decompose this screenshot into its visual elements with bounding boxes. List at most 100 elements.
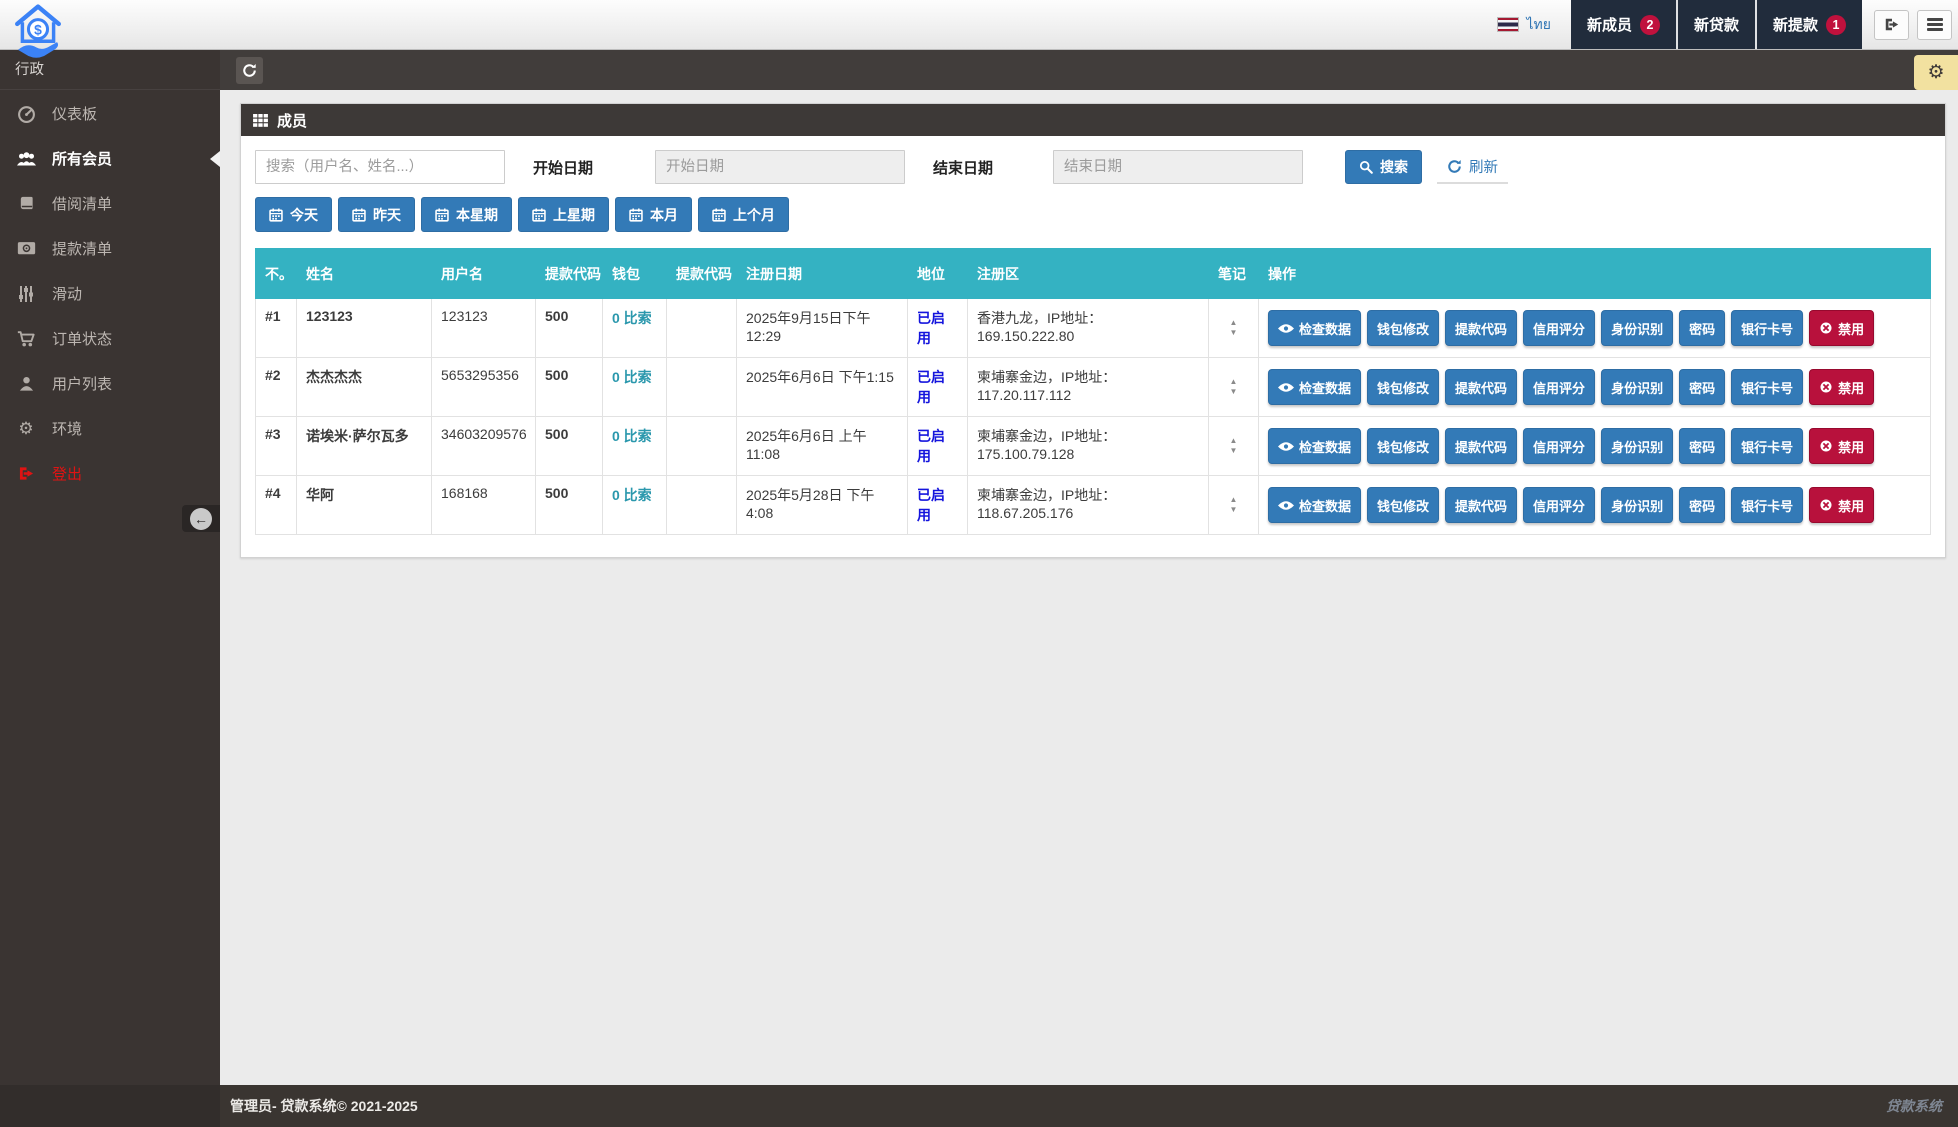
action-check-data-button[interactable]: 检查数据 bbox=[1268, 369, 1361, 405]
action-bank-card-button[interactable]: 银行卡号 bbox=[1731, 369, 1803, 405]
last-month-button[interactable]: 上个月 bbox=[698, 197, 789, 232]
end-date-input[interactable] bbox=[1053, 150, 1303, 184]
action-wallet-edit-button[interactable]: 钱包修改 bbox=[1367, 310, 1439, 346]
action-password-button[interactable]: 密码 bbox=[1679, 487, 1725, 523]
action-withdraw-code-button[interactable]: 提款代码 bbox=[1445, 428, 1517, 464]
member-username: 5653295356 bbox=[441, 367, 519, 383]
sidebar-item-all-members[interactable]: 所有会员 bbox=[0, 136, 220, 181]
note-spinner-up[interactable]: ▲ bbox=[1228, 436, 1240, 446]
action-check-data-button[interactable]: 检查数据 bbox=[1268, 428, 1361, 464]
settings-gear-button[interactable]: ⚙ bbox=[1914, 55, 1958, 90]
member-register-region: 柬埔寨金边，IP地址：117.20.117.112 bbox=[977, 369, 1116, 403]
sidebar-item-user-list[interactable]: 用户列表 bbox=[0, 361, 220, 406]
action-password-button[interactable]: 密码 bbox=[1679, 310, 1725, 346]
status-enabled-link[interactable]: 已启用 bbox=[917, 369, 945, 405]
new-members-button[interactable]: 新成员 2 bbox=[1571, 0, 1676, 49]
refresh-link[interactable]: 刷新 bbox=[1437, 150, 1508, 184]
action-credit-score-button[interactable]: 信用评分 bbox=[1523, 310, 1595, 346]
new-withdrawals-button[interactable]: 新提款 1 bbox=[1755, 0, 1862, 49]
sidebar-item-dashboard[interactable]: 仪表板 bbox=[0, 91, 220, 136]
action-bank-card-button[interactable]: 银行卡号 bbox=[1731, 428, 1803, 464]
new-loans-label: 新贷款 bbox=[1694, 14, 1739, 35]
col-status: 地位 bbox=[908, 249, 968, 299]
note-spinner-up[interactable]: ▲ bbox=[1228, 377, 1240, 387]
this-month-button[interactable]: 本月 bbox=[615, 197, 692, 232]
note-spinner-up[interactable]: ▲ bbox=[1228, 495, 1240, 505]
member-wallet: 0 比索 bbox=[612, 487, 652, 503]
action-disable-button[interactable]: 禁用 bbox=[1809, 487, 1874, 523]
sidebar-bottom-strip bbox=[0, 1085, 220, 1127]
action-credit-score-button[interactable]: 信用评分 bbox=[1523, 428, 1595, 464]
search-icon bbox=[1359, 160, 1373, 174]
member-name: 123123 bbox=[306, 308, 353, 324]
refresh-icon bbox=[1447, 159, 1462, 174]
note-spinner-down[interactable]: ▼ bbox=[1228, 505, 1240, 515]
new-loans-button[interactable]: 新贷款 bbox=[1676, 0, 1755, 49]
action-disable-button[interactable]: 禁用 bbox=[1809, 310, 1874, 346]
action-check-data-button[interactable]: 检查数据 bbox=[1268, 487, 1361, 523]
last-week-button[interactable]: 上星期 bbox=[518, 197, 609, 232]
col-notes: 笔记 bbox=[1209, 249, 1259, 299]
top-navbar: $ ไทย 新成员 2 新贷款 新提款 1 bbox=[0, 0, 1958, 50]
sidebar-item-label: 借阅清单 bbox=[52, 193, 112, 214]
status-enabled-link[interactable]: 已启用 bbox=[917, 487, 945, 523]
action-credit-score-button[interactable]: 信用评分 bbox=[1523, 487, 1595, 523]
language-switch-link[interactable]: ไทย bbox=[1489, 0, 1570, 49]
col-register-region: 注册区 bbox=[968, 249, 1209, 299]
sidebar-item-withdraw-list[interactable]: 提款清单 bbox=[0, 226, 220, 271]
status-enabled-link[interactable]: 已启用 bbox=[917, 428, 945, 464]
action-identity-button[interactable]: 身份识别 bbox=[1601, 428, 1673, 464]
book-icon bbox=[15, 195, 37, 212]
search-input[interactable] bbox=[255, 150, 505, 184]
main-row: 行政 仪表板 所有会员 bbox=[0, 50, 1958, 1127]
users-icon bbox=[15, 151, 37, 167]
action-wallet-edit-button[interactable]: 钱包修改 bbox=[1367, 487, 1439, 523]
action-check-data-button[interactable]: 检查数据 bbox=[1268, 310, 1361, 346]
action-wallet-edit-button[interactable]: 钱包修改 bbox=[1367, 428, 1439, 464]
note-spinner-down[interactable]: ▼ bbox=[1228, 387, 1240, 397]
member-name: 诺埃米·萨尔瓦多 bbox=[306, 428, 409, 444]
note-spinner-up[interactable]: ▲ bbox=[1228, 318, 1240, 328]
action-bank-card-button[interactable]: 银行卡号 bbox=[1731, 310, 1803, 346]
this-week-button[interactable]: 本星期 bbox=[421, 197, 512, 232]
logout-icon-button[interactable] bbox=[1874, 10, 1909, 40]
sidebar-item-slides[interactable]: 滑动 bbox=[0, 271, 220, 316]
note-spinner-down[interactable]: ▼ bbox=[1228, 446, 1240, 456]
sidebar-item-logout[interactable]: 登出 bbox=[0, 451, 220, 496]
sidebar-collapse-button[interactable]: ← bbox=[182, 505, 220, 532]
action-identity-button[interactable]: 身份识别 bbox=[1601, 369, 1673, 405]
action-withdraw-code-button[interactable]: 提款代码 bbox=[1445, 310, 1517, 346]
active-item-marker bbox=[210, 151, 220, 167]
gear-icon: ⚙ bbox=[15, 419, 37, 439]
action-disable-button[interactable]: 禁用 bbox=[1809, 428, 1874, 464]
signout-icon bbox=[15, 466, 37, 481]
admin-app: $ ไทย 新成员 2 新贷款 新提款 1 bbox=[0, 0, 1958, 1127]
yesterday-button[interactable]: 昨天 bbox=[338, 197, 415, 232]
action-credit-score-button[interactable]: 信用评分 bbox=[1523, 369, 1595, 405]
action-identity-button[interactable]: 身份识别 bbox=[1601, 487, 1673, 523]
action-wallet-edit-button[interactable]: 钱包修改 bbox=[1367, 369, 1439, 405]
start-date-input[interactable] bbox=[655, 150, 905, 184]
note-spinner: ▲ ▼ bbox=[1218, 495, 1249, 515]
house-dollar-hand-logo[interactable]: $ bbox=[12, 2, 64, 58]
sidebar-item-order-status[interactable]: 订单状态 bbox=[0, 316, 220, 361]
action-withdraw-code-button[interactable]: 提款代码 bbox=[1445, 487, 1517, 523]
sidebar-item-environment[interactable]: ⚙ 环境 bbox=[0, 406, 220, 451]
action-bank-card-button[interactable]: 银行卡号 bbox=[1731, 487, 1803, 523]
action-password-button[interactable]: 密码 bbox=[1679, 369, 1725, 405]
row-actions: 检查数据 钱包修改 提款代码 信用评分 身份识别 bbox=[1268, 369, 1921, 405]
search-button[interactable]: 搜索 bbox=[1345, 150, 1422, 184]
eye-icon bbox=[1278, 441, 1294, 452]
page-refresh-button[interactable] bbox=[236, 57, 263, 84]
eye-icon bbox=[1278, 323, 1294, 334]
menu-toggle-button[interactable] bbox=[1917, 10, 1952, 40]
today-button[interactable]: 今天 bbox=[255, 197, 332, 232]
action-withdraw-code-button[interactable]: 提款代码 bbox=[1445, 369, 1517, 405]
action-disable-button[interactable]: 禁用 bbox=[1809, 369, 1874, 405]
action-identity-button[interactable]: 身份识别 bbox=[1601, 310, 1673, 346]
calendar-icon bbox=[712, 208, 726, 222]
sidebar-item-loan-list[interactable]: 借阅清单 bbox=[0, 181, 220, 226]
action-password-button[interactable]: 密码 bbox=[1679, 428, 1725, 464]
note-spinner-down[interactable]: ▼ bbox=[1228, 328, 1240, 338]
status-enabled-link[interactable]: 已启用 bbox=[917, 310, 945, 346]
